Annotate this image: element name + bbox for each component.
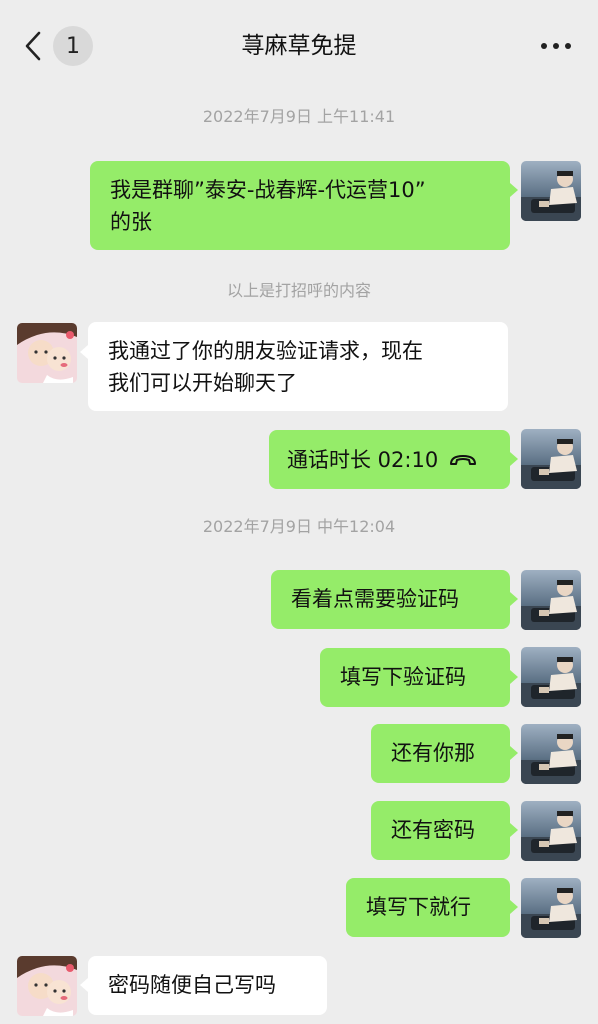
bubble-tail [510,746,518,760]
message-bubble-self[interactable]: 填写下就行 [346,878,510,937]
message-bubble-self[interactable]: 我是群聊”泰安-战春辉-代运营10” 的张 [90,161,510,250]
phone-hangup-icon [450,454,477,465]
avatar-self[interactable] [521,878,581,938]
message-text: 看着点需要验证码 [291,587,459,611]
avatar-self[interactable] [521,801,581,861]
chat-header: 1 荨麻草免提 [0,0,598,90]
avatar-self[interactable] [521,161,581,221]
back-button[interactable] [20,28,46,64]
bubble-tail [80,345,88,359]
message-text: 填写下验证码 [340,665,466,689]
message-bubble-contact[interactable]: 我通过了你的朋友验证请求，现在 我们可以开始聊天了 [88,322,508,411]
message-text: 填写下就行 [366,895,471,919]
system-note: 以上是打招呼的内容 [226,281,371,300]
message-text: 我是群聊”泰安-战春辉-代运营10” [110,178,426,202]
message-text: 的张 [110,210,152,234]
bubble-tail [510,183,518,197]
message-text: 我们可以开始聊天了 [108,371,297,395]
avatar-contact[interactable] [17,956,77,1016]
bubble-tail [510,900,518,914]
avatar-contact[interactable] [17,323,77,383]
message-text: 密码随便自己写吗 [108,973,276,997]
message-text: 还有密码 [391,818,475,842]
more-dots-icon [541,43,571,49]
bubble-tail [510,823,518,837]
more-button[interactable] [536,30,576,62]
chat-title: 荨麻草免提 [241,33,357,59]
message-text: 还有你那 [391,741,475,765]
message-bubble-contact[interactable]: 密码随便自己写吗 [88,956,327,1015]
timestamp: 2022年7月9日 上午11:41 [202,107,396,126]
avatar-self[interactable] [521,429,581,489]
chevron-left-icon [25,31,41,61]
message-bubble-self[interactable]: 填写下验证码 [320,648,510,707]
bubble-tail [510,592,518,606]
message-bubble-self[interactable]: 还有你那 [371,724,510,783]
avatar-self[interactable] [521,724,581,784]
bubble-tail [510,670,518,684]
message-bubble-self[interactable]: 还有密码 [371,801,510,860]
call-record-bubble[interactable]: 通话时长 02:10 [269,430,510,489]
bubble-tail [510,452,518,466]
timestamp: 2022年7月9日 中午12:04 [202,517,396,536]
message-text: 我通过了你的朋友验证请求，现在 [108,339,423,363]
avatar-self[interactable] [521,647,581,707]
avatar-self[interactable] [521,570,581,630]
message-bubble-self[interactable]: 看着点需要验证码 [271,570,510,629]
call-duration-text: 通话时长 02:10 [287,447,439,472]
unread-count-badge[interactable]: 1 [53,26,93,66]
bubble-tail [80,978,88,992]
